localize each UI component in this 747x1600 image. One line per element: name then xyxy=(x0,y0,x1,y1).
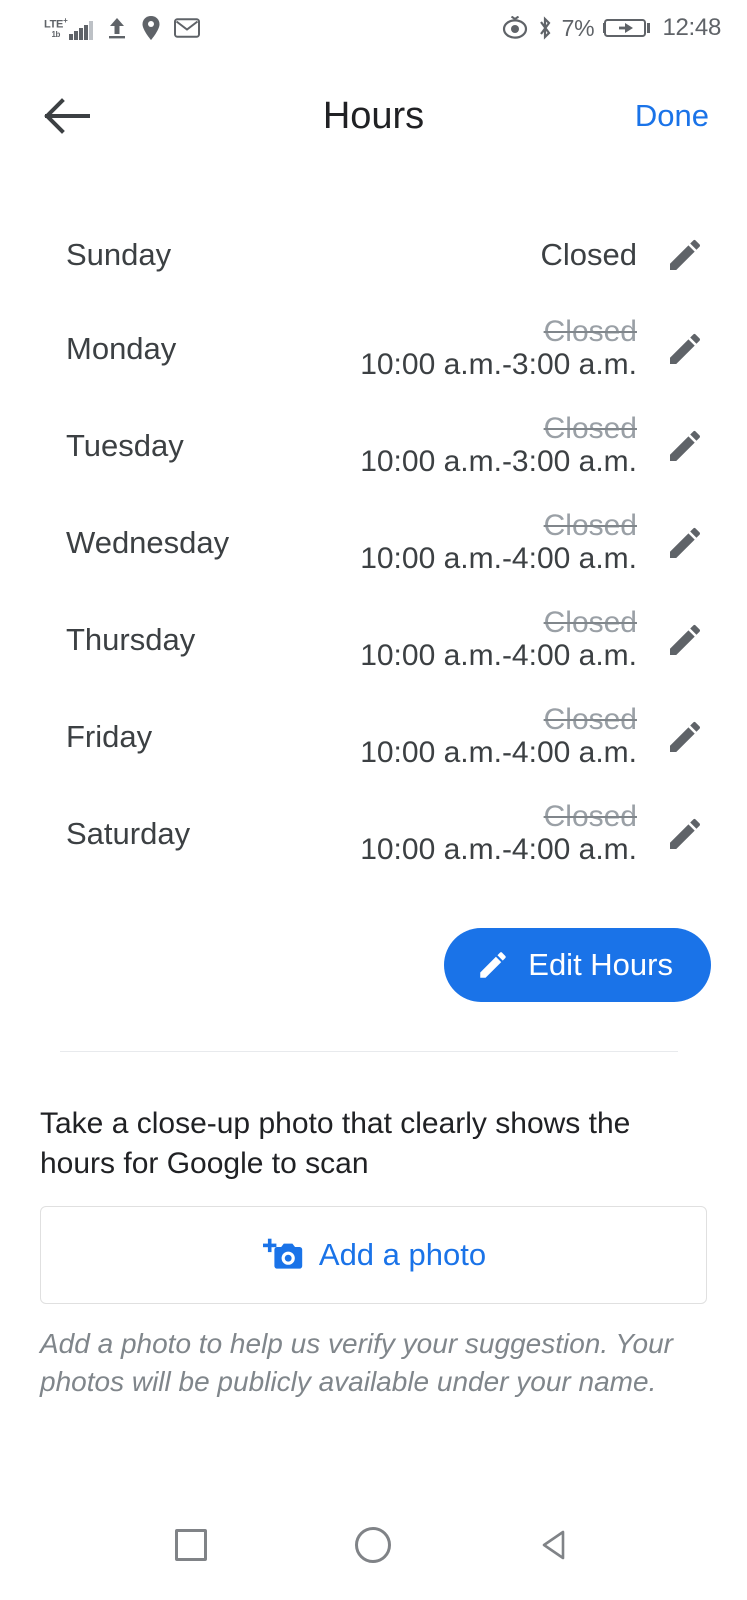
day-label: Thursday xyxy=(66,621,196,657)
photo-disclaimer-text: Add a photo to help us verify your sugge… xyxy=(40,1328,674,1397)
lte-plus: + xyxy=(63,16,68,26)
hours-proposed-value: 10:00 a.m.-3:00 a.m. xyxy=(360,347,637,381)
edit-day-button[interactable] xyxy=(659,426,711,466)
pencil-icon xyxy=(670,527,701,558)
pencil-icon xyxy=(670,430,701,461)
day-label: Sunday xyxy=(66,237,172,272)
hours-value-group: Closed 10:00 a.m.-3:00 a.m. xyxy=(176,314,659,381)
hours-proposed-value: 10:00 a.m.-4:00 a.m. xyxy=(360,638,637,672)
pencil-icon xyxy=(670,239,701,270)
pencil-icon xyxy=(670,333,701,364)
table-row[interactable]: Monday Closed 10:00 a.m.-3:00 a.m. xyxy=(0,300,747,397)
hours-proposed-value: 10:00 a.m.-3:00 a.m. xyxy=(360,444,637,478)
hours-previous-value: Closed xyxy=(543,411,637,445)
table-row[interactable]: Sunday Closed xyxy=(0,210,747,300)
pencil-icon xyxy=(670,818,701,849)
home-circle-icon xyxy=(355,1527,392,1563)
table-row[interactable]: Wednesday Closed 10:00 a.m.-4:00 a.m. xyxy=(0,494,747,591)
edit-day-button[interactable] xyxy=(659,329,711,369)
android-nav-bar xyxy=(0,1490,747,1600)
hours-previous-value: Closed xyxy=(543,314,637,348)
hours-proposed-value: 10:00 a.m.-4:00 a.m. xyxy=(360,735,637,769)
location-pin-icon xyxy=(142,16,160,40)
table-row[interactable]: Tuesday Closed 10:00 a.m.-3:00 a.m. xyxy=(0,397,747,494)
section-divider xyxy=(60,1051,678,1052)
add-photo-label: Add a photo xyxy=(318,1237,487,1272)
hours-value-group: Closed 10:00 a.m.-3:00 a.m. xyxy=(184,411,659,478)
signal-strength-bars xyxy=(69,20,93,40)
hours-previous-value: Closed xyxy=(543,508,637,542)
edit-day-button[interactable] xyxy=(659,814,711,854)
app-bar: Hours Done xyxy=(0,72,747,160)
done-button[interactable]: Done xyxy=(635,98,709,134)
hours-value-group: Closed 10:00 a.m.-4:00 a.m. xyxy=(190,799,659,866)
recents-button[interactable] xyxy=(156,1510,226,1580)
recents-square-icon xyxy=(175,1529,208,1561)
photo-prompt-text: Take a close-up photo that clearly shows… xyxy=(40,1107,631,1180)
add-photo-icon xyxy=(262,1238,303,1269)
edit-day-button[interactable] xyxy=(659,717,711,757)
edit-day-button[interactable] xyxy=(659,523,711,563)
edit-hours-label: Edit Hours xyxy=(528,947,673,982)
day-label: Tuesday xyxy=(66,427,184,463)
edit-hours-button-wrap: Edit Hours xyxy=(444,928,711,1002)
back-triangle-icon xyxy=(542,1530,565,1560)
signal-sub-label: 1b xyxy=(51,29,61,39)
pencil-icon xyxy=(670,721,701,752)
pencil-icon xyxy=(670,624,701,655)
hours-value-group: Closed 10:00 a.m.-4:00 a.m. xyxy=(229,508,659,575)
envelope-icon xyxy=(173,18,200,38)
hours-previous-value: Closed xyxy=(543,799,637,833)
hours-edit-screen: LTE+ 1b 7% 12:48 Hours Done Sunday Close… xyxy=(0,0,747,1600)
battery-charging-icon xyxy=(603,19,651,37)
edit-day-button[interactable] xyxy=(659,235,711,275)
hours-proposed-value: 10:00 a.m.-4:00 a.m. xyxy=(360,832,637,866)
day-label: Wednesday xyxy=(66,524,230,560)
day-label: Monday xyxy=(66,330,177,366)
table-row[interactable]: Saturday Closed 10:00 a.m.-4:00 a.m. xyxy=(0,785,747,882)
table-row[interactable]: Friday Closed 10:00 a.m.-4:00 a.m. xyxy=(0,688,747,785)
status-bar-clock: 12:48 xyxy=(662,14,721,41)
status-bar-right: 7% 12:48 xyxy=(502,14,721,42)
signal-bars-icon: LTE+ 1b xyxy=(44,16,93,40)
hours-value-group: Closed xyxy=(171,239,659,271)
day-label: Friday xyxy=(66,718,153,754)
home-button[interactable] xyxy=(338,1510,408,1580)
day-label: Saturday xyxy=(66,815,191,851)
edit-day-button[interactable] xyxy=(659,620,711,660)
system-back-button[interactable] xyxy=(521,1510,591,1580)
add-photo-button[interactable]: Add a photo xyxy=(40,1206,707,1304)
edit-hours-button[interactable]: Edit Hours xyxy=(444,928,711,1002)
hours-previous-value: Closed xyxy=(543,605,637,639)
battery-percent-label: 7% xyxy=(561,14,595,41)
hours-list: Sunday Closed Monday Closed 10:00 a.m.-3… xyxy=(0,210,747,882)
hours-proposed-value: 10:00 a.m.-4:00 a.m. xyxy=(360,541,637,575)
hours-value-group: Closed 10:00 a.m.-4:00 a.m. xyxy=(195,605,659,672)
hours-current-value: Closed xyxy=(540,237,638,273)
upload-icon xyxy=(108,18,125,39)
status-bar-left: LTE+ 1b xyxy=(44,15,200,41)
bluetooth-icon xyxy=(539,16,551,40)
table-row[interactable]: Thursday Closed 10:00 a.m.-4:00 a.m. xyxy=(0,591,747,688)
status-bar: LTE+ 1b 7% 12:48 xyxy=(0,0,747,56)
hours-previous-value: Closed xyxy=(543,702,637,736)
eye-care-icon xyxy=(502,16,527,39)
pencil-icon xyxy=(480,952,507,978)
hours-value-group: Closed 10:00 a.m.-4:00 a.m. xyxy=(152,702,659,769)
